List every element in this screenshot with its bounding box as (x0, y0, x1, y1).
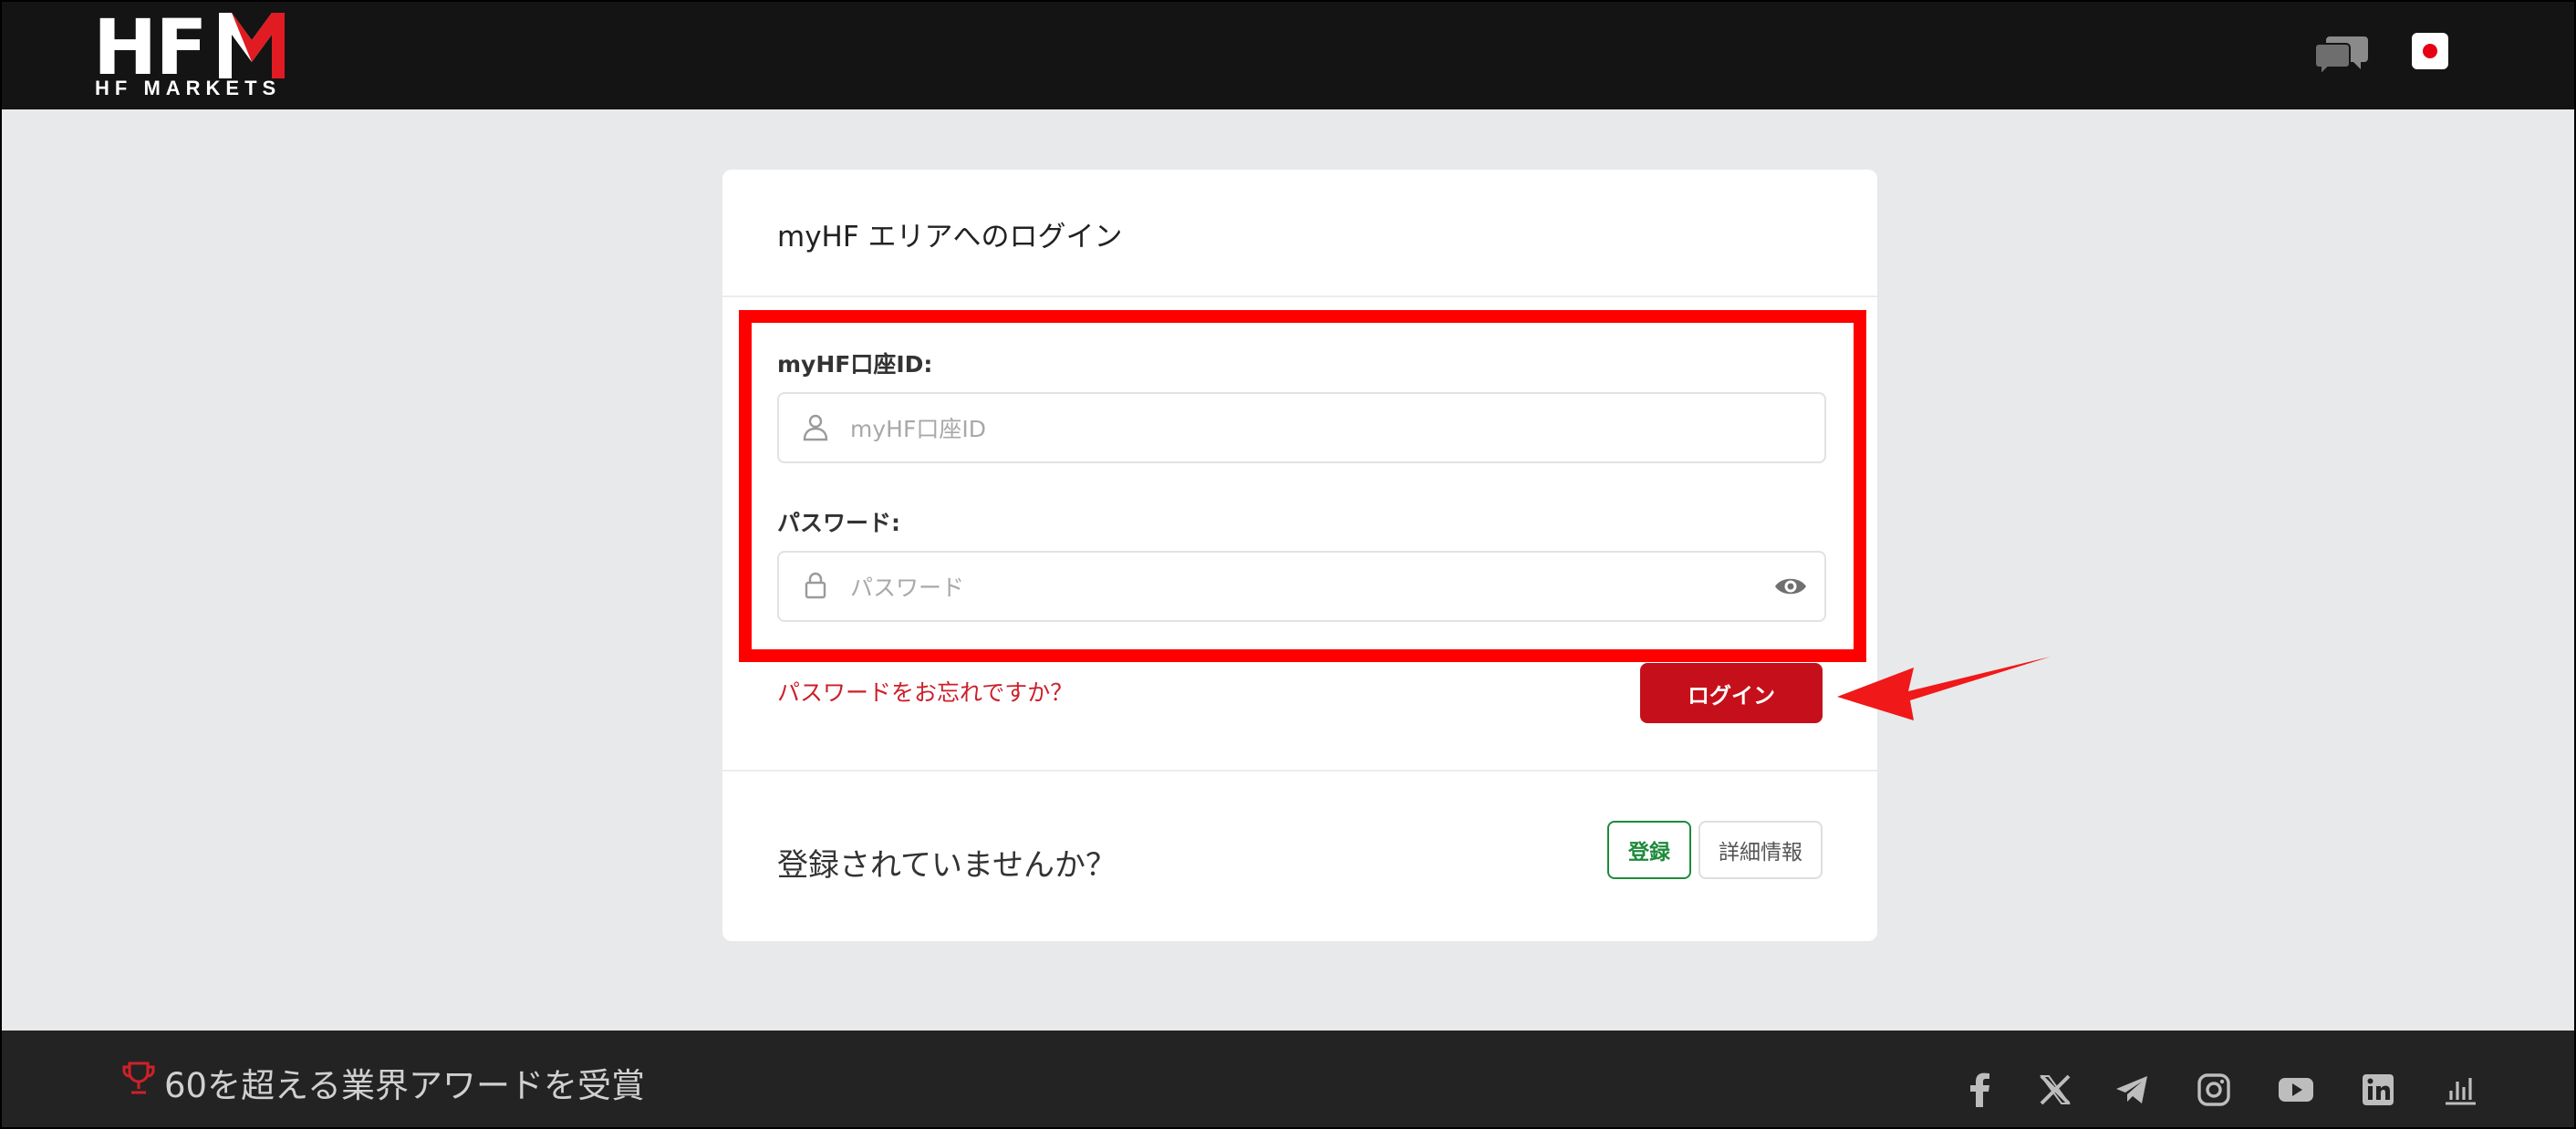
login-title: myHF エリアへのログイン (777, 221, 1123, 254)
x-icon[interactable] (2036, 1071, 2074, 1109)
login-button[interactable]: ログイン (1640, 663, 1823, 723)
register-button[interactable]: 登録 (1607, 821, 1691, 879)
hfm-logo[interactable]: HF HF MARKETS (93, 9, 285, 102)
eye-icon[interactable] (1773, 573, 1808, 600)
telegram-icon[interactable] (2113, 1071, 2151, 1109)
lock-icon (805, 572, 826, 599)
login-card: myHF エリアへのログイン myHF口座ID: パスワード: パスワ (722, 170, 1877, 941)
facebook-icon[interactable] (1961, 1071, 2000, 1109)
award-text: 60を超える業界アワードを受賞 (164, 1066, 645, 1105)
logo-m-mark (219, 13, 285, 78)
japan-flag-icon[interactable] (2412, 33, 2448, 69)
instagram-icon[interactable] (2195, 1071, 2233, 1109)
account-id-field-container (777, 392, 1826, 463)
chart-icon[interactable] (2441, 1071, 2479, 1109)
red-arrow-annotation (1837, 657, 2051, 720)
logo-subtitle: HF MARKETS (95, 77, 282, 99)
user-icon (803, 414, 828, 441)
linkedin-icon[interactable] (2359, 1071, 2397, 1109)
password-input[interactable] (848, 553, 1746, 622)
trophy-icon (122, 1062, 155, 1094)
password-label: パスワード: (777, 510, 900, 536)
password-field-container (777, 551, 1826, 622)
register-question: 登録されていませんか？ (777, 847, 1117, 884)
footer-bar: 60を超える業界アワードを受賞 (2, 1031, 2574, 1127)
top-navigation-bar: HF HF MARKETS (2, 2, 2574, 109)
account-id-input[interactable] (848, 394, 1746, 463)
more-info-button[interactable]: 詳細情報 (1698, 821, 1823, 879)
account-id-label: myHF口座ID: (777, 351, 933, 378)
youtube-icon[interactable] (2277, 1071, 2315, 1109)
card-divider (722, 295, 1877, 297)
logo-letters: HF (93, 3, 208, 92)
browser-viewport: HF HF MARKETS myHF エリアへのログイン myHF口座ID: パ… (0, 0, 2576, 1129)
forgot-password-link[interactable]: パスワードをお忘れですか？ (777, 675, 1073, 708)
chat-bubbles-icon[interactable] (2315, 33, 2368, 75)
card-divider (722, 770, 1877, 772)
